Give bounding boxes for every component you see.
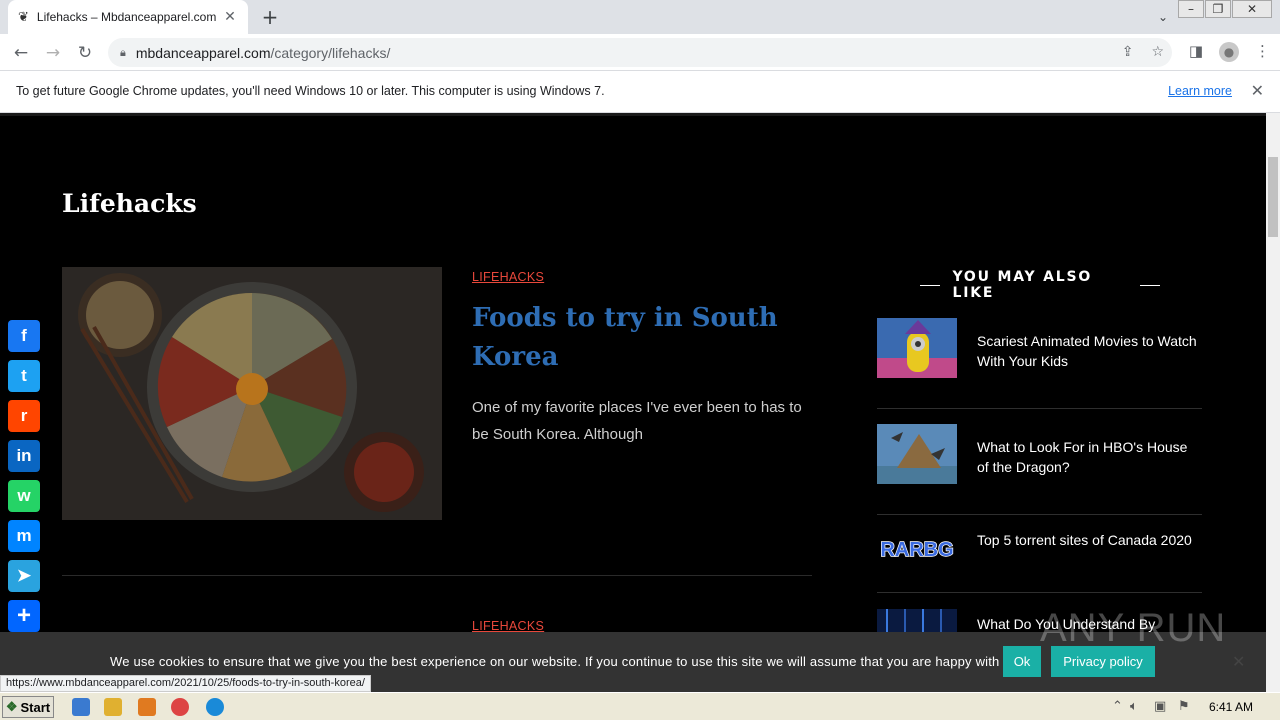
- infobar-close-icon[interactable]: ✕: [1251, 81, 1264, 100]
- dragon-image-icon: [877, 424, 957, 484]
- flag-icon[interactable]: ⚑: [1178, 699, 1190, 714]
- reddit-share-button[interactable]: r: [8, 400, 40, 432]
- omnibox-actions: ⇪ ☆: [1122, 44, 1164, 60]
- url-text: mbdanceapparel.com/category/lifehacks/: [135, 44, 391, 61]
- scrollbar-thumb[interactable]: [1268, 157, 1278, 237]
- related-separator: [877, 592, 1202, 593]
- related-title-2[interactable]: What to Look For in HBO's House of the D…: [977, 437, 1202, 477]
- address-bar[interactable]: 🔒︎ mbdanceapparel.com/category/lifehacks…: [108, 38, 1172, 67]
- social-share-bar: f t r in w m ➤ +: [8, 320, 41, 640]
- related-separator: [877, 408, 1202, 409]
- page-scrollbar[interactable]: [1266, 113, 1280, 692]
- volume-icon[interactable]: 🔈︎: [1130, 699, 1138, 714]
- share-page-icon[interactable]: ⇪: [1122, 44, 1134, 60]
- cookie-ok-button[interactable]: Ok: [1003, 646, 1041, 677]
- related-thumbnail-dragon[interactable]: [877, 424, 957, 484]
- start-button[interactable]: ❖ Start: [2, 696, 54, 718]
- reload-button[interactable]: ↻: [74, 42, 96, 64]
- explorer-taskbar-icon[interactable]: [104, 698, 122, 716]
- menu-kebab-icon[interactable]: ⋮: [1255, 42, 1270, 62]
- tab-lifehacks[interactable]: ❦ Lifehacks – Mbdanceapparel.com ✕: [8, 0, 248, 34]
- messenger-share-button[interactable]: m: [8, 520, 40, 552]
- post-excerpt: One of my favorite places I've ever been…: [472, 399, 802, 443]
- network-icon[interactable]: ▣: [1154, 699, 1166, 714]
- post-category-tag[interactable]: LIFEHACKS: [472, 270, 544, 284]
- chrome-taskbar-icon[interactable]: [171, 698, 189, 716]
- twitter-share-button[interactable]: t: [8, 360, 40, 392]
- related-title-1[interactable]: Scariest Animated Movies to Watch With Y…: [977, 331, 1202, 371]
- facebook-share-button[interactable]: f: [8, 320, 40, 352]
- svg-text:RARBG: RARBG: [880, 539, 953, 561]
- linkedin-icon: in: [16, 446, 32, 465]
- rarbg-logo-icon: RARBG: [877, 534, 957, 564]
- tab-search-chevron-down-icon[interactable]: ⌄: [1158, 10, 1168, 24]
- whatsapp-share-button[interactable]: w: [8, 480, 40, 512]
- share-plus-icon: +: [16, 602, 31, 629]
- post-title-link[interactable]: Foods to try in South Korea: [472, 299, 812, 377]
- page-content: Lifehacks LIFEHACKS Foods to try in Sout…: [0, 113, 1266, 685]
- status-bar-url: https://www.mbdanceapparel.com/2021/10/2…: [0, 675, 371, 692]
- back-button[interactable]: ←: [10, 42, 32, 64]
- restore-button[interactable]: ❐: [1205, 0, 1231, 18]
- site-favicon-icon: ❦: [18, 9, 29, 25]
- tray-expand-icon[interactable]: ⌃: [1112, 699, 1123, 714]
- forward-button[interactable]: →: [42, 42, 64, 64]
- more-share-button[interactable]: +: [8, 600, 40, 632]
- windows-taskbar: ❖ Start ⌃ 🔈︎ ▣ ⚑ 6:41 AM: [0, 692, 1280, 720]
- sidebar-heading: YOU MAY ALSO LIKE: [920, 269, 1160, 301]
- related-thumbnail-minion[interactable]: [877, 318, 957, 378]
- window-controls: – ❐ ✕: [1177, 0, 1272, 18]
- bibimbap-image-icon: [62, 267, 442, 520]
- new-tab-button[interactable]: +: [258, 5, 282, 29]
- related-separator: [877, 514, 1202, 515]
- windows-logo-icon: ❖: [5, 699, 18, 714]
- learn-more-link[interactable]: Learn more: [1168, 84, 1232, 98]
- facebook-icon: f: [21, 326, 27, 345]
- whatsapp-icon: w: [17, 486, 31, 505]
- close-window-button[interactable]: ✕: [1232, 0, 1272, 18]
- post-divider: [62, 575, 812, 576]
- related-title-3[interactable]: Top 5 torrent sites of Canada 2020: [977, 530, 1202, 550]
- page-title: Lifehacks: [62, 189, 197, 218]
- anyrun-watermark: ANY RUN: [1040, 606, 1227, 650]
- header-strip: [0, 113, 1266, 116]
- cookie-message: We use cookies to ensure that we give yo…: [110, 654, 1015, 669]
- tab-title: Lifehacks – Mbdanceapparel.com: [36, 10, 217, 24]
- messenger-icon: m: [16, 526, 32, 545]
- media-player-taskbar-icon[interactable]: [138, 698, 156, 716]
- infobar-message: To get future Google Chrome updates, you…: [16, 84, 605, 98]
- reddit-icon: r: [20, 406, 28, 425]
- post-thumbnail-bibimbap[interactable]: [62, 267, 442, 520]
- tab-strip: ❦ Lifehacks – Mbdanceapparel.com ✕ + ⌄ –…: [0, 0, 1280, 34]
- cookie-close-icon[interactable]: ✕: [1232, 652, 1245, 671]
- linkedin-share-button[interactable]: in: [8, 440, 40, 472]
- tab-close-icon[interactable]: ✕: [222, 9, 238, 25]
- minion-image-icon: [877, 318, 957, 378]
- ie-taskbar-icon[interactable]: [72, 698, 90, 716]
- minimize-button[interactable]: –: [1178, 0, 1204, 18]
- telegram-share-button[interactable]: ➤: [8, 560, 40, 592]
- post-category-tag-2[interactable]: LIFEHACKS: [472, 619, 544, 633]
- side-panel-icon[interactable]: ◨: [1189, 42, 1203, 62]
- browser-toolbar: ← → ↻ 🔒︎ mbdanceapparel.com/category/lif…: [0, 34, 1280, 71]
- related-thumbnail-rarbg[interactable]: RARBG: [877, 534, 957, 564]
- telegram-icon: ➤: [16, 566, 32, 585]
- twitter-icon: t: [21, 366, 27, 385]
- bookmark-star-icon[interactable]: ☆: [1151, 44, 1164, 60]
- edge-taskbar-icon[interactable]: [206, 698, 224, 716]
- toolbar-right: ◨ ● ⋮: [1189, 42, 1270, 62]
- update-infobar: To get future Google Chrome updates, you…: [0, 71, 1280, 113]
- system-clock[interactable]: 6:41 AM: [1209, 700, 1253, 714]
- lock-icon: 🔒︎: [120, 45, 126, 59]
- profile-avatar-icon[interactable]: ●: [1219, 42, 1239, 62]
